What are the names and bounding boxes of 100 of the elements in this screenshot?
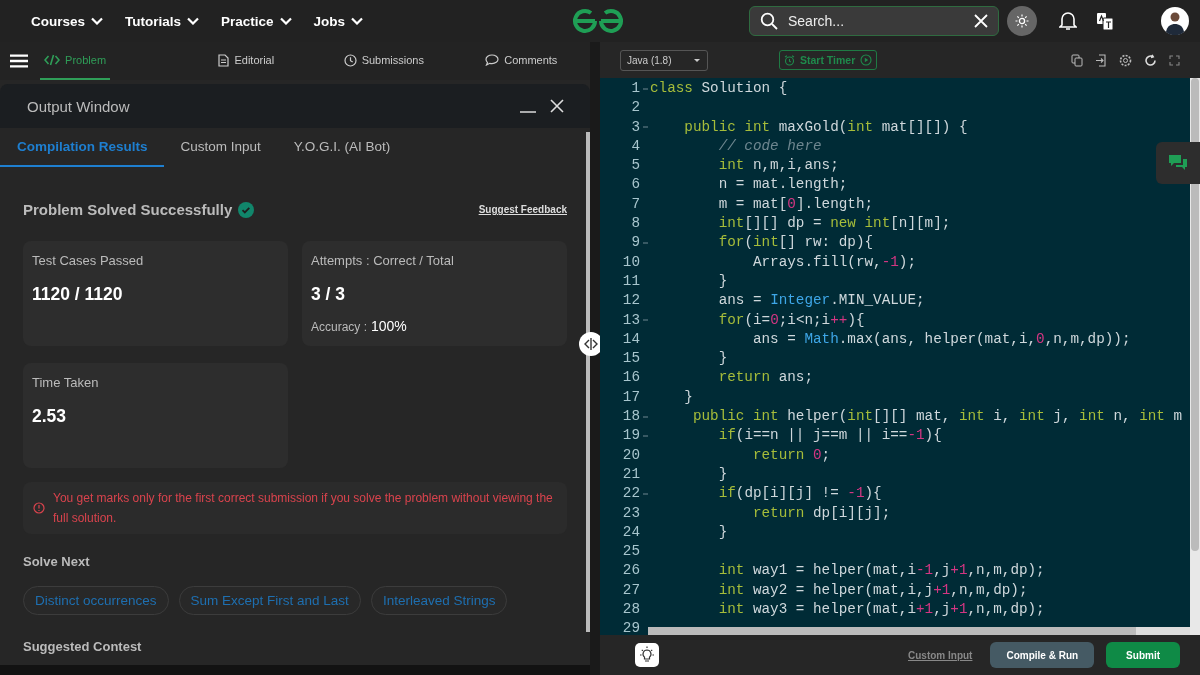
line-number: 3 bbox=[631, 117, 640, 137]
line-number: 11 bbox=[622, 271, 640, 291]
code-line: return ans; bbox=[717, 368, 814, 388]
line-number: 23 bbox=[622, 503, 640, 523]
copy-icon[interactable] bbox=[1071, 53, 1083, 67]
line-number: 15 bbox=[622, 349, 640, 369]
line-number: 24 bbox=[622, 522, 640, 542]
accuracy-label: Accuracy : bbox=[311, 320, 367, 334]
language-dropdown[interactable]: Java (1.8) bbox=[620, 49, 708, 71]
line-number: 17 bbox=[622, 387, 640, 407]
code-line: } bbox=[717, 349, 728, 369]
scrollbar[interactable] bbox=[586, 132, 590, 632]
chevron-down-icon bbox=[187, 17, 200, 25]
code-line: int way3 = helper(mat,i+1,j+1,n,m,dp); bbox=[717, 600, 1045, 619]
custom-input-link[interactable]: Custom Input bbox=[902, 648, 979, 662]
nav-menu[interactable]: Practice bbox=[221, 13, 292, 29]
line-number: 7 bbox=[631, 194, 640, 214]
line-number: 21 bbox=[622, 464, 640, 484]
line-number: 20 bbox=[622, 445, 640, 465]
stat-value: 1120 / 1120 bbox=[32, 284, 124, 305]
avatar-icon[interactable] bbox=[1161, 7, 1189, 35]
line-number: 29 bbox=[622, 619, 640, 635]
nav-menu[interactable]: Tutorials bbox=[125, 13, 200, 29]
code-line: ans = Math.max(ans, helper(mat,i,0,n,m,dp)); bbox=[751, 329, 1131, 349]
line-number: 19 bbox=[622, 426, 640, 446]
code-line: public int helper(int[][] mat, int i, int j, int n, int m bbox=[691, 407, 1183, 427]
line-number: 16 bbox=[622, 368, 640, 388]
check-circle-icon bbox=[238, 201, 255, 218]
code-line: return 0; bbox=[751, 445, 831, 465]
problem-tab[interactable]: Problem bbox=[40, 42, 111, 80]
code-editor[interactable] bbox=[600, 78, 1200, 635]
sun-icon bbox=[1015, 14, 1029, 28]
line-number: 8 bbox=[631, 214, 640, 234]
stat-value: 2.53 bbox=[32, 406, 68, 427]
output-tab[interactable]: Custom Input bbox=[163, 128, 277, 167]
stat-label: Test Cases Passed bbox=[32, 253, 145, 268]
code-line: return dp[i][j]; bbox=[751, 503, 891, 523]
nav-menu[interactable]: Jobs bbox=[313, 13, 364, 29]
lightbulb-icon[interactable] bbox=[635, 643, 659, 667]
import-icon[interactable] bbox=[1095, 53, 1107, 67]
search-field[interactable]: Search... bbox=[749, 6, 999, 36]
line-number: 26 bbox=[622, 561, 640, 581]
window-title: Output Window bbox=[27, 97, 131, 115]
code-line: for(i=0;i<n;i++){ bbox=[717, 310, 865, 330]
close-icon[interactable] bbox=[550, 99, 564, 113]
section-heading: Solve Next bbox=[23, 554, 91, 569]
line-number: 5 bbox=[631, 156, 640, 176]
line-number: 12 bbox=[622, 291, 640, 311]
stat-value: 3 / 3 bbox=[311, 284, 347, 305]
line-number: 18 bbox=[622, 407, 640, 427]
line-number: 28 bbox=[622, 600, 640, 619]
stat-label: Attempts : Correct / Total bbox=[311, 253, 455, 268]
theme-toggle[interactable] bbox=[1007, 6, 1037, 36]
code-line: public int maxGold(int mat[][]) { bbox=[683, 117, 968, 137]
horizontal-scrollbar[interactable] bbox=[648, 627, 1190, 635]
line-number: 2 bbox=[631, 98, 640, 118]
problem-tab[interactable]: Submissions bbox=[339, 42, 428, 80]
vertical-scrollbar[interactable] bbox=[1190, 78, 1200, 635]
code-line: } bbox=[717, 522, 728, 542]
search-icon bbox=[760, 12, 778, 30]
document-icon bbox=[218, 53, 230, 67]
code-line: } bbox=[683, 387, 693, 407]
code-line: m = mat[0].length; bbox=[717, 194, 874, 214]
search-input[interactable]: Search... bbox=[786, 12, 966, 30]
settings-icon[interactable] bbox=[1119, 53, 1132, 67]
fullscreen-icon[interactable] bbox=[1169, 54, 1180, 66]
line-number: 22 bbox=[622, 484, 640, 504]
line-number: 27 bbox=[622, 580, 640, 600]
nav-menu[interactable]: Courses bbox=[31, 13, 104, 29]
alert-icon bbox=[33, 502, 45, 514]
code-line: } bbox=[717, 464, 728, 484]
problem-tab[interactable]: Comments bbox=[481, 42, 562, 80]
code-line: int way1 = helper(mat,i-1,j+1,n,m,dp); bbox=[717, 561, 1045, 581]
code-line: int way2 = helper(mat,i,j+1,n,m,dp); bbox=[717, 580, 1028, 600]
problem-tab[interactable]: Editorial bbox=[214, 42, 279, 80]
code-line: if(dp[i][j] != -1){ bbox=[717, 484, 882, 504]
play-icon bbox=[860, 54, 873, 66]
output-tab[interactable]: Y.O.G.I. (AI Bot) bbox=[276, 128, 407, 167]
output-tab[interactable]: Compilation Results bbox=[0, 128, 164, 167]
chevron-down-icon bbox=[91, 17, 104, 25]
chevron-down-icon bbox=[351, 17, 364, 25]
translate-icon[interactable] bbox=[1097, 12, 1113, 30]
reset-icon[interactable] bbox=[1144, 53, 1157, 67]
compile-run-button[interactable]: Compile & Run bbox=[990, 642, 1095, 668]
line-number: 9 bbox=[631, 233, 640, 253]
line-number: 1 bbox=[631, 79, 640, 98]
line-number: 13 bbox=[622, 310, 640, 330]
code-line: int n,m,i,ans; bbox=[717, 156, 839, 176]
line-number: 14 bbox=[622, 329, 640, 349]
code-line: ans = Integer.MIN_VALUE; bbox=[717, 291, 925, 311]
chat-icon[interactable] bbox=[1156, 142, 1200, 184]
feedback-link[interactable]: Suggest Feedback bbox=[478, 204, 567, 215]
submit-button[interactable]: Submit bbox=[1106, 642, 1180, 668]
menu-icon[interactable] bbox=[10, 53, 29, 69]
line-number: 25 bbox=[622, 542, 640, 562]
accuracy-value: 100% bbox=[371, 318, 407, 334]
code-line: for(int[] rw: dp){ bbox=[717, 233, 874, 253]
bell-icon[interactable] bbox=[1059, 11, 1077, 31]
alarm-clock-icon bbox=[784, 54, 795, 66]
code-line: class Solution { bbox=[650, 79, 788, 98]
